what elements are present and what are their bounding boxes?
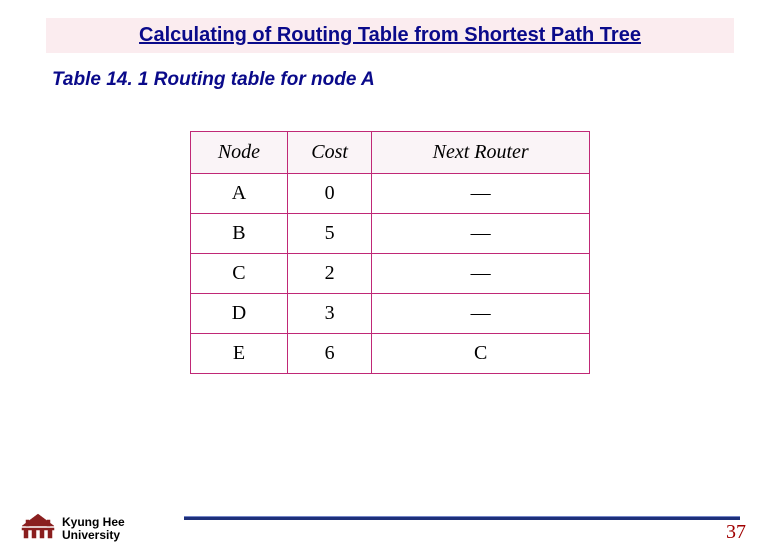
table-caption: Table 14. 1 Routing table for node A	[52, 69, 780, 91]
table-row: D 3 —	[191, 294, 590, 334]
institution-name: Kyung Hee University	[62, 516, 125, 542]
cell-node: A	[191, 174, 288, 214]
table-row: C 2 —	[191, 254, 590, 294]
table-row: B 5 —	[191, 214, 590, 254]
cell-next: C	[372, 334, 590, 374]
cell-next: —	[372, 214, 590, 254]
cell-node: D	[191, 294, 288, 334]
cell-cost: 6	[287, 334, 371, 374]
institution-line2: University	[62, 529, 125, 542]
page-number: 37	[726, 521, 746, 544]
table-row: E 6 C	[191, 334, 590, 374]
cell-next: —	[372, 294, 590, 334]
slide-title-bar: Calculating of Routing Table from Shorte…	[46, 18, 734, 53]
slide-footer: Kyung Hee University 37	[0, 496, 780, 546]
cell-node: B	[191, 214, 288, 254]
cell-cost: 0	[287, 174, 371, 214]
routing-table: Node Cost Next Router A 0 — B 5 — C 2 —	[190, 131, 590, 374]
university-logo-icon	[18, 512, 58, 540]
cell-cost: 2	[287, 254, 371, 294]
header-next-router: Next Router	[372, 132, 590, 174]
cell-cost: 5	[287, 214, 371, 254]
table-row: A 0 —	[191, 174, 590, 214]
cell-next: —	[372, 174, 590, 214]
header-cost: Cost	[287, 132, 371, 174]
cell-cost: 3	[287, 294, 371, 334]
table-header-row: Node Cost Next Router	[191, 132, 590, 174]
cell-next: —	[372, 254, 590, 294]
header-node: Node	[191, 132, 288, 174]
institution-line1: Kyung Hee	[62, 516, 125, 529]
cell-node: E	[191, 334, 288, 374]
footer-divider	[184, 516, 740, 520]
slide-title: Calculating of Routing Table from Shorte…	[139, 24, 641, 46]
cell-node: C	[191, 254, 288, 294]
